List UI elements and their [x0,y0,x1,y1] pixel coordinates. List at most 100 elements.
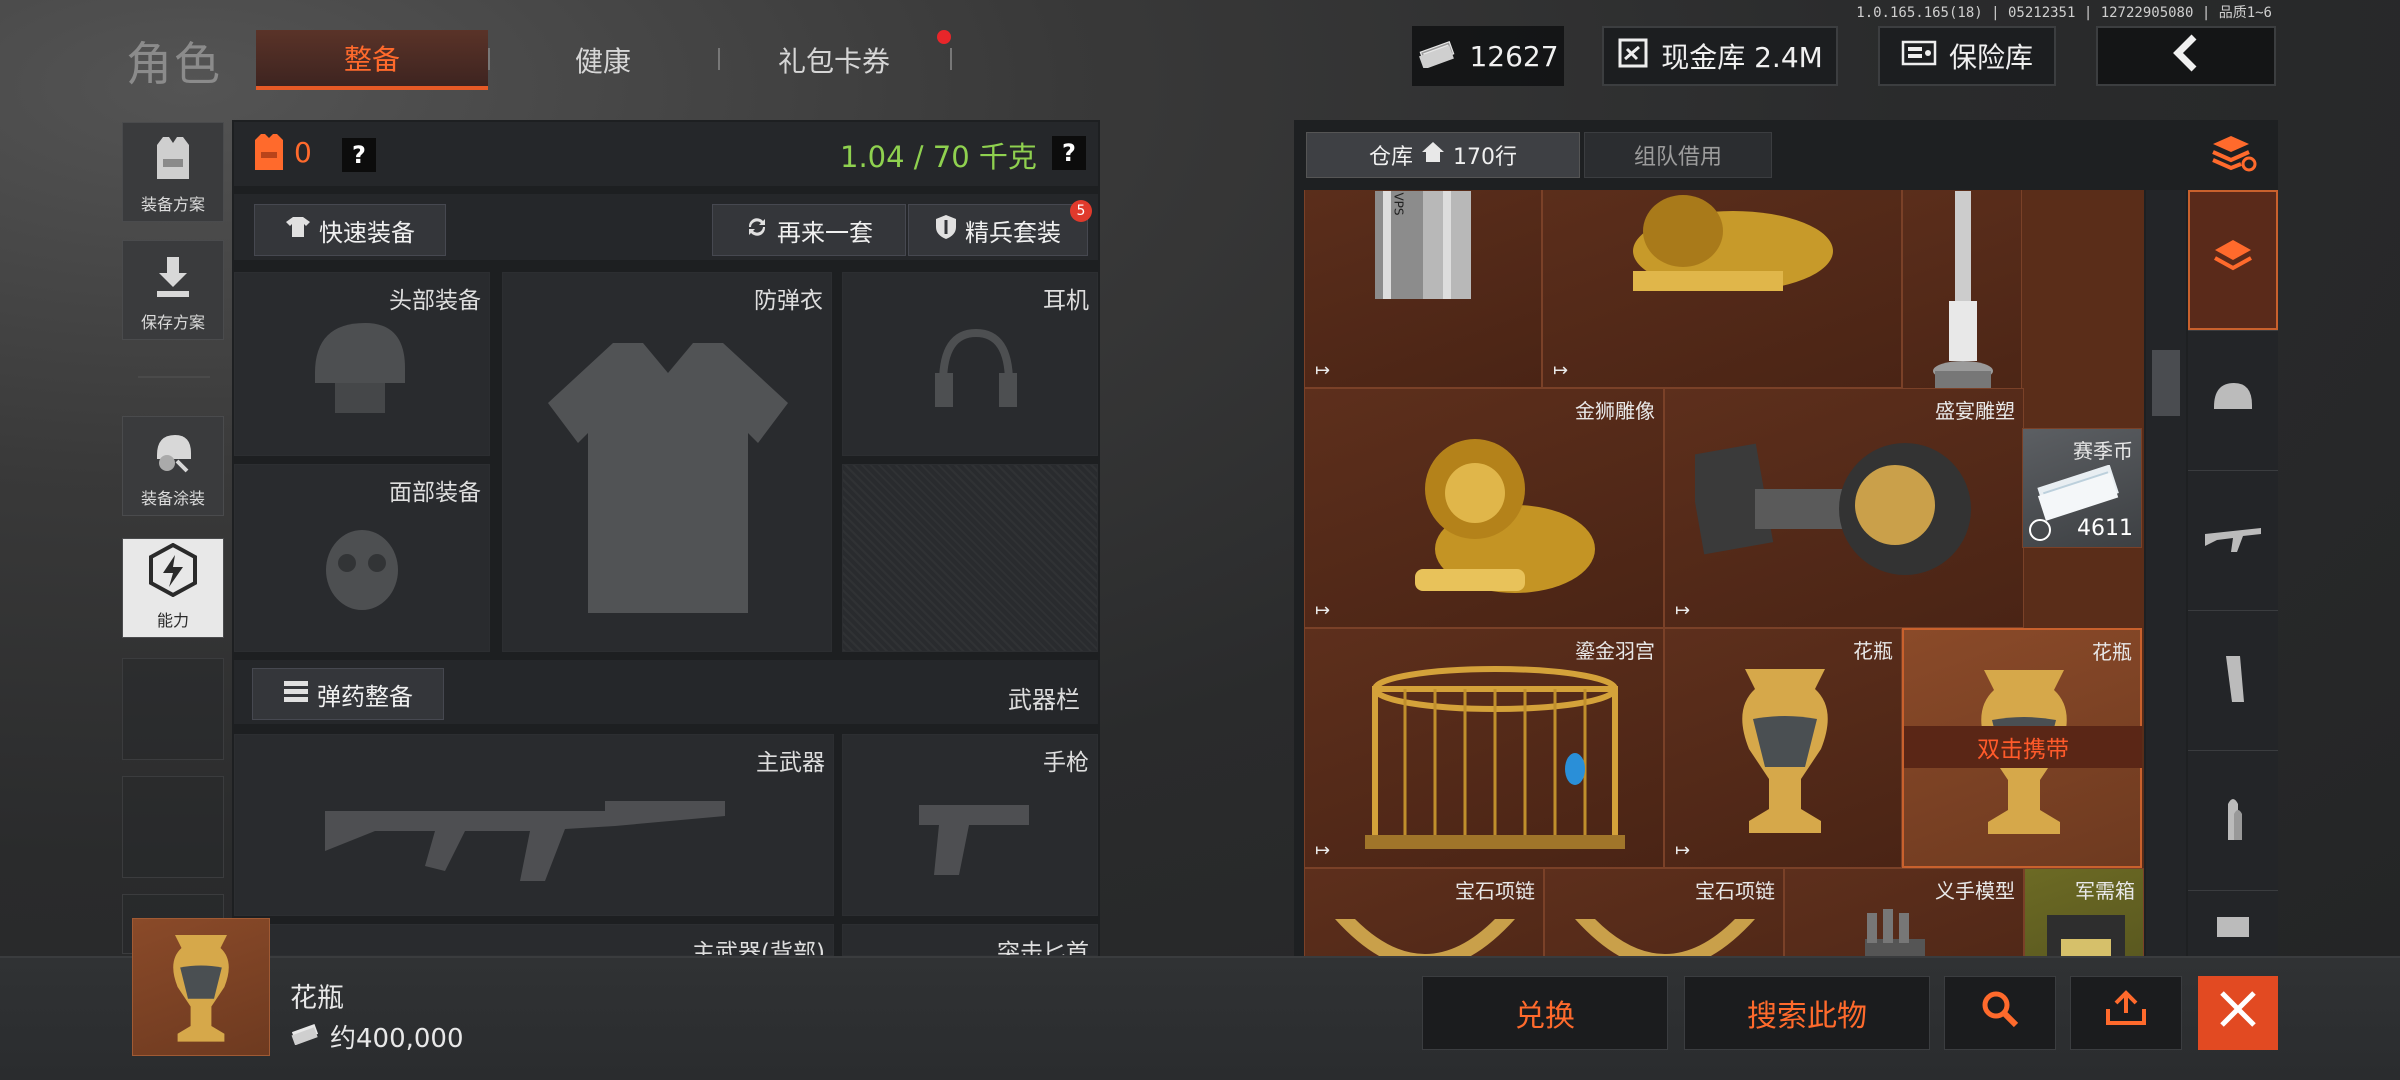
gear-paint-button[interactable]: 装备涂装 [122,416,224,516]
move-out-icon[interactable]: ↦ [1315,600,1330,621]
item-name: 花瓶 [2092,640,2132,664]
helmet-icon [2210,379,2256,423]
gas-mask-icon [326,530,398,610]
rifle-icon [325,801,725,881]
warehouse-row-count: 170行 [1453,145,1517,170]
ammo-prep-button[interactable]: 弹药整备 [252,668,444,720]
category-all[interactable] [2188,190,2278,330]
tab-gear[interactable]: 整备 [256,30,488,90]
category-helmet[interactable] [2188,330,2278,470]
move-out-icon[interactable]: ↦ [1675,600,1690,621]
search-item-label: 搜索此物 [1747,999,1867,1034]
armor-count: 0 [294,136,312,169]
face-gear-slot[interactable]: 面部装备 [234,464,490,652]
move-out-icon[interactable]: ↦ [1315,840,1330,861]
close-button[interactable] [2198,976,2278,1050]
selected-item-name: 花瓶 [290,983,344,1014]
pistol-slot[interactable]: 手枪 [842,734,1098,916]
slot-label: 耳机 [1043,288,1089,314]
item-name: 盛宴雕塑 [1935,399,2015,423]
scroll-thumb[interactable] [2152,350,2180,416]
item-cell-feast-sculpture[interactable]: 盛宴雕塑 ↦ [1664,388,2024,628]
weight-display: 1.04 / 70 千克 [840,140,1037,174]
loadout-preset-button[interactable]: 装备方案 [122,122,224,222]
dagger-slot[interactable]: 突击匕首 [842,924,1098,956]
necklace-icon [1575,919,1755,956]
move-out-icon[interactable]: ↦ [1553,360,1568,381]
item-cell-gilded-cage[interactable]: 鎏金羽宫 ↦ [1304,628,1664,868]
category-ammo[interactable] [2188,750,2278,890]
category-rifle[interactable] [2188,470,2278,610]
item-name: 军需箱 [2075,879,2135,903]
notification-dot [937,30,951,44]
slot-label: 面部装备 [389,480,481,506]
search-item-button[interactable]: 搜索此物 [1684,976,1930,1050]
inspect-button[interactable] [1944,976,2056,1050]
ammo-prep-label: 弹药整备 [317,682,413,711]
move-out-icon[interactable]: ↦ [1675,840,1690,861]
item-cell-vase-selected[interactable]: 花瓶 双击携带 [1902,628,2142,868]
exchange-button[interactable]: 兑换 [1422,976,1668,1050]
move-out-button[interactable] [2070,976,2182,1050]
tab-health[interactable]: 健康 [490,30,716,90]
page-title: 角色 [126,37,222,91]
warehouse-tab-label: 仓库 [1368,145,1413,170]
golden-lion-icon [1415,439,1595,593]
item-cell-golden-lion[interactable]: 金狮雕像 ↦ [1304,388,1664,628]
elite-kit-badge: 5 [1070,200,1092,222]
home-icon [1421,141,1445,169]
coin-badge-icon [2029,519,2051,541]
head-gear-slot[interactable]: 头部装备 [234,272,490,456]
sort-icon [2209,134,2257,178]
item-cell-lion-top[interactable]: ↦ [1542,190,1902,388]
double-click-carry-hint: 双击携带 [1904,726,2142,768]
pillar-lamp-icon [1933,191,1993,391]
body-armor-slot[interactable]: 防弹衣 [502,272,832,652]
item-cell-season-coin[interactable]: 赛季币 4611 [2022,428,2142,548]
back-button[interactable] [2096,26,2276,86]
move-out-icon[interactable]: ↦ [1315,360,1330,381]
item-name: 宝石项链 [1455,879,1535,903]
price-value: 约400,000 [330,1024,464,1054]
insurance-label: 保险库 [1948,41,2033,74]
tab-team-borrow[interactable]: 组队借用 [1584,132,1772,178]
category-magazine[interactable] [2188,610,2278,750]
tab-gift-label: 礼包卡券 [777,45,890,78]
magazine-icon [2218,654,2248,708]
item-cell-gem-necklace[interactable]: 宝石项链 [1304,868,1544,956]
elite-kit-button[interactable]: 精兵套装 [908,204,1088,256]
sort-button[interactable] [2188,124,2278,188]
cash-display: 12627 [1412,26,1564,86]
save-preset-button[interactable]: 保存方案 [122,240,224,340]
search-icon [1980,989,2020,1037]
insurance-button[interactable]: 保险库 [1878,26,2056,86]
scrollbar[interactable] [2146,190,2186,956]
vest-icon [149,135,197,191]
item-cell-gem-necklace[interactable]: 宝石项链 [1544,868,1784,956]
primary-weapon-slot[interactable]: 主武器 [234,734,834,916]
rifle-icon [2203,524,2263,558]
tab-warehouse[interactable]: 仓库 170行 [1306,132,1580,178]
ability-icon [147,542,199,607]
item-cell-crate[interactable]: VPS ↦ [1304,190,1542,388]
close-icon [2216,987,2260,1039]
primary-back-slot[interactable]: 主武器(背部) [234,924,834,956]
headset-slot[interactable]: 耳机 [842,272,1098,456]
item-cell-prosthetic-hand[interactable]: 义手模型 [1784,868,2024,956]
ability-button[interactable]: 能力 [122,538,224,638]
category-medkit[interactable] [2188,890,2278,956]
vault-button[interactable]: 现金库 2.4M [1602,26,1838,86]
reequip-button[interactable]: 再来一套 [712,204,906,256]
headset-icon [935,328,1017,407]
sidebar-item-label: 装备涂装 [140,489,205,508]
all-items-icon [2211,236,2255,284]
pistol-icon [919,805,1029,875]
item-cell-supply-box[interactable]: 军需箱 [2024,868,2144,956]
item-cell-vase[interactable]: 花瓶 ↦ [1664,628,1902,868]
tab-gift[interactable]: 礼包卡券 [718,30,950,90]
refresh-icon [745,215,769,245]
armor-help-button[interactable]: ? [342,138,376,172]
weight-help-button[interactable]: ? [1052,136,1086,170]
quick-equip-button[interactable]: 快速装备 [254,204,446,256]
item-name: 赛季币 [2073,439,2133,463]
